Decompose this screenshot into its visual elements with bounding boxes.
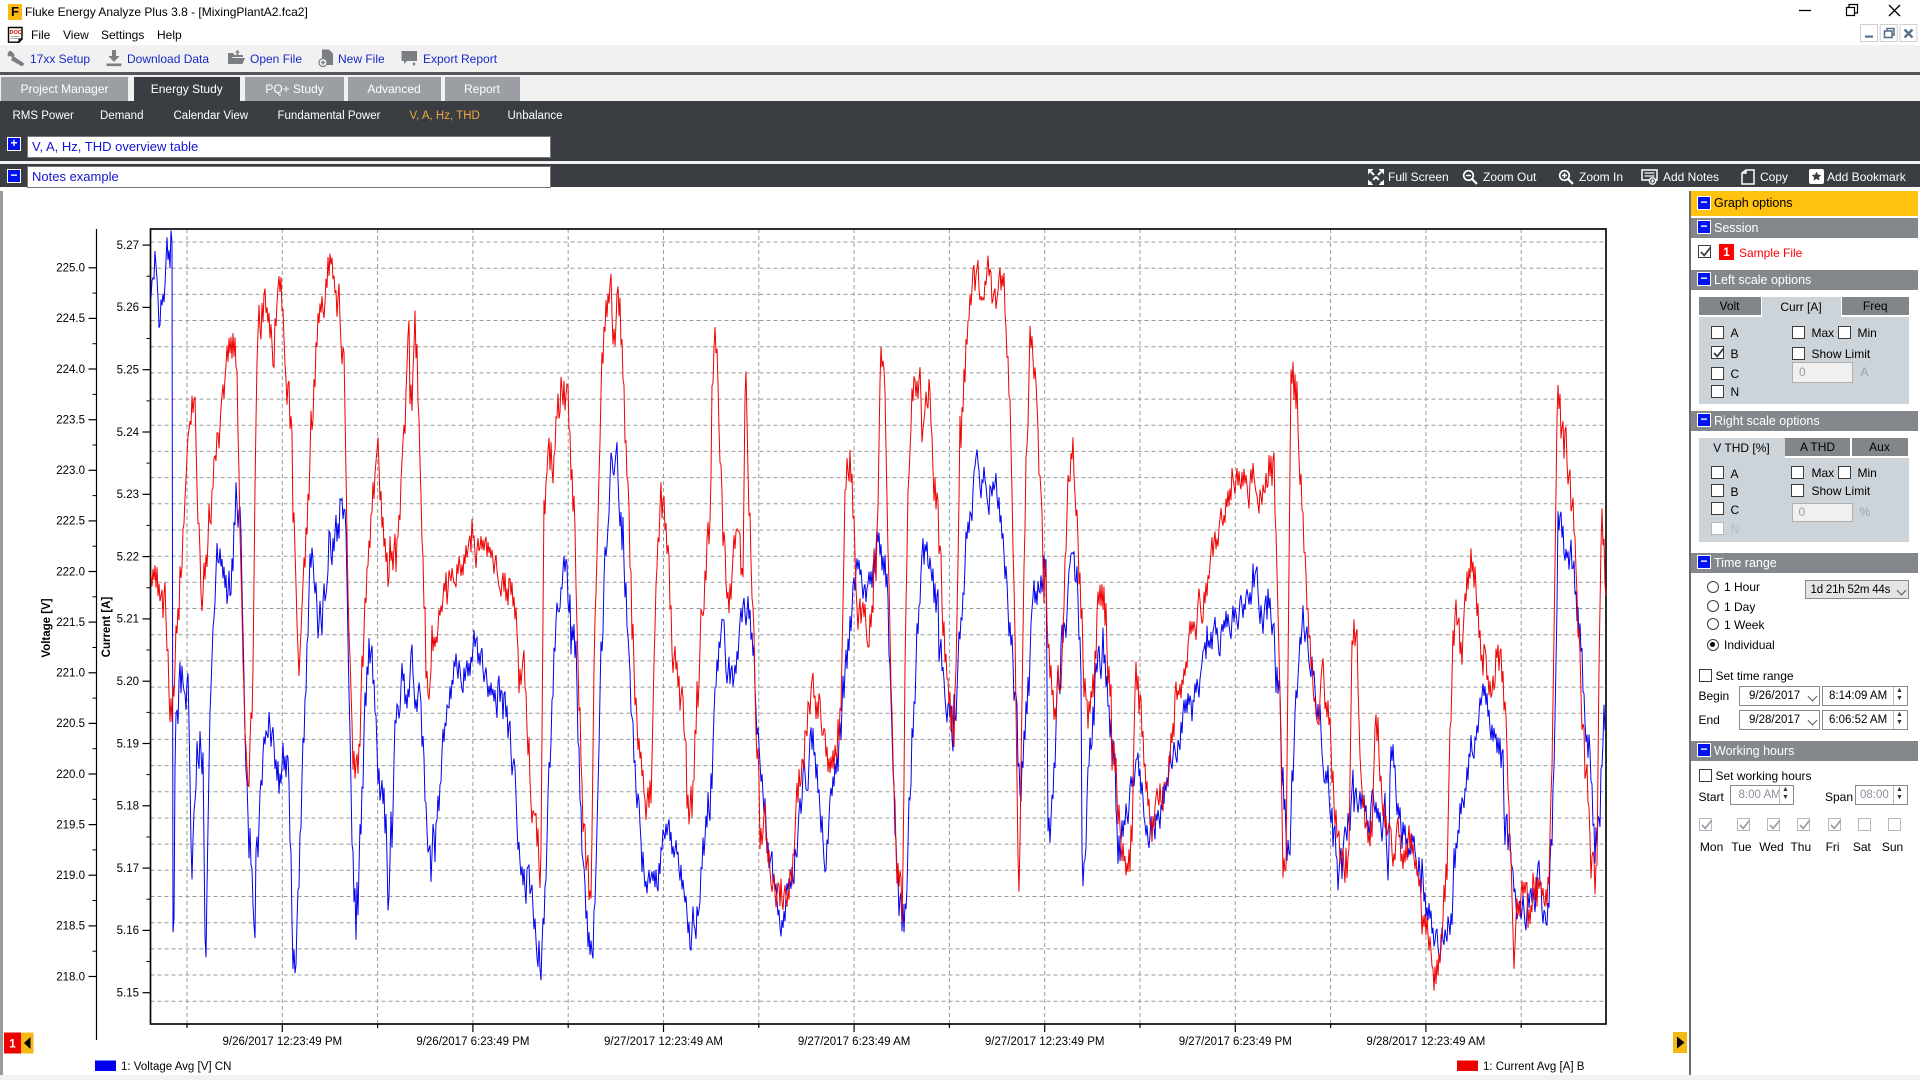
svg-text:DOC: DOC xyxy=(10,30,22,36)
svg-text:Current [A]: Current [A] xyxy=(101,596,113,657)
svg-text:222.0: 222.0 xyxy=(56,566,85,578)
svg-text:9/27/2017 12:23:49 PM: 9/27/2017 12:23:49 PM xyxy=(985,1036,1105,1048)
svg-text:218.0: 218.0 xyxy=(56,971,85,983)
svg-text:9/27/2017 6:23:49 AM: 9/27/2017 6:23:49 AM xyxy=(798,1036,911,1048)
svg-text:5.26: 5.26 xyxy=(117,302,139,314)
svg-text:224.0: 224.0 xyxy=(56,364,85,376)
svg-text:223.0: 223.0 xyxy=(56,465,85,477)
svg-text:5.21: 5.21 xyxy=(117,614,139,626)
svg-text:220.0: 220.0 xyxy=(56,769,85,781)
svg-text:223.5: 223.5 xyxy=(56,415,85,427)
svg-text:5.17: 5.17 xyxy=(117,863,139,875)
svg-text:9/27/2017 6:23:49 PM: 9/27/2017 6:23:49 PM xyxy=(1179,1036,1292,1048)
svg-text:5.19: 5.19 xyxy=(117,738,139,750)
svg-text:219.0: 219.0 xyxy=(56,870,85,882)
svg-text:222.5: 222.5 xyxy=(56,516,85,528)
svg-text:5.18: 5.18 xyxy=(117,801,139,813)
svg-text:220.5: 220.5 xyxy=(56,718,85,730)
svg-text:5.15: 5.15 xyxy=(117,988,139,1000)
svg-text:5.20: 5.20 xyxy=(117,676,139,688)
svg-text:5.25: 5.25 xyxy=(117,365,139,377)
svg-text:5.24: 5.24 xyxy=(117,427,140,439)
svg-text:5.23: 5.23 xyxy=(117,489,139,501)
svg-text:218.5: 218.5 xyxy=(56,921,85,933)
svg-text:224.5: 224.5 xyxy=(56,313,85,325)
svg-text:5.16: 5.16 xyxy=(117,925,139,937)
svg-text:9/28/2017 12:23:49 AM: 9/28/2017 12:23:49 AM xyxy=(1366,1036,1485,1048)
svg-text:219.5: 219.5 xyxy=(56,819,85,831)
svg-text:9/26/2017 12:23:49 PM: 9/26/2017 12:23:49 PM xyxy=(223,1036,343,1048)
svg-text:5.22: 5.22 xyxy=(117,551,139,563)
svg-text:9/26/2017 6:23:49 PM: 9/26/2017 6:23:49 PM xyxy=(416,1036,529,1048)
svg-text:9/27/2017 12:23:49 AM: 9/27/2017 12:23:49 AM xyxy=(604,1036,723,1048)
svg-text:Voltage [V]: Voltage [V] xyxy=(41,598,53,657)
svg-text:1: Current Avg [A] B: 1: Current Avg [A] B xyxy=(1483,1061,1585,1073)
svg-text:221.0: 221.0 xyxy=(56,668,85,680)
svg-text:221.5: 221.5 xyxy=(56,617,85,629)
svg-text:5.27: 5.27 xyxy=(117,240,139,252)
svg-text:1: Voltage Avg [V] CN: 1: Voltage Avg [V] CN xyxy=(121,1061,231,1073)
svg-text:1: 1 xyxy=(9,1037,16,1051)
svg-text:225.0: 225.0 xyxy=(56,263,85,275)
